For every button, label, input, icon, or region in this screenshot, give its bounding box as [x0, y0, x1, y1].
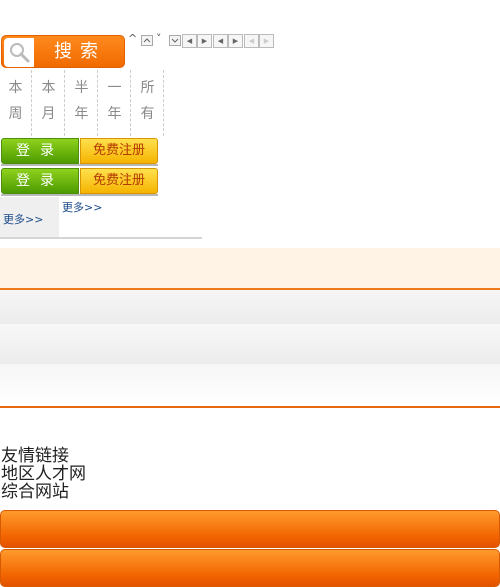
orange-bar[interactable] [0, 549, 500, 587]
period-label: 一 [107, 80, 122, 96]
divider [0, 237, 202, 239]
more-link[interactable]: 更多>> [3, 211, 43, 227]
content-band [0, 324, 500, 364]
next-page-button[interactable]: ◀ [213, 34, 228, 48]
more-link[interactable]: 更多>> [62, 199, 102, 215]
period-label: 所 [140, 80, 155, 96]
period-label: 月 [41, 106, 56, 122]
divider [1, 164, 158, 166]
login-button[interactable]: 登录 [1, 168, 79, 194]
period-label: 周 [8, 106, 23, 122]
period-label: 年 [74, 106, 89, 122]
register-button[interactable]: 免费注册 [80, 138, 158, 164]
disabled-prev-button: ◀ [244, 34, 259, 48]
period-tab-all[interactable]: 所 有 [132, 70, 164, 136]
period-label: 半 [74, 80, 89, 96]
content-band [0, 248, 500, 290]
last-page-button[interactable]: ▶ [228, 34, 243, 48]
sort-up-button[interactable] [141, 35, 153, 46]
period-label: 年 [107, 106, 122, 122]
magnifier-icon [4, 38, 34, 67]
register-button[interactable]: 免费注册 [80, 168, 158, 194]
sort-down-glyph[interactable]: ˅ [156, 33, 162, 45]
period-label: 有 [140, 106, 155, 122]
period-label: 本 [8, 80, 23, 96]
content-band [0, 364, 500, 408]
period-tab-month[interactable]: 本 月 [33, 70, 65, 136]
orange-bar[interactable] [0, 510, 500, 548]
search-button[interactable]: 搜索 [1, 35, 125, 68]
login-button[interactable]: 登录 [1, 138, 79, 164]
period-tab-year[interactable]: 一 年 [99, 70, 131, 136]
general-sites-link[interactable]: 综合网站 [1, 483, 69, 501]
content-band [0, 290, 500, 324]
period-tab-week[interactable]: 本 周 [0, 70, 32, 136]
disabled-next-button: ▶ [259, 34, 274, 48]
period-tab-half-year[interactable]: 半 年 [66, 70, 98, 136]
sort-up-glyph[interactable]: ^ [128, 33, 137, 45]
search-label: 搜索 [54, 41, 106, 62]
regional-talent-link[interactable]: 地区人才网 [1, 465, 86, 483]
period-label: 本 [41, 80, 56, 96]
first-page-button[interactable]: ◀ [182, 34, 197, 48]
prev-page-button[interactable]: ▶ [197, 34, 212, 48]
divider [1, 194, 158, 196]
friend-links-heading: 友情链接 [1, 446, 69, 466]
sort-down-button[interactable] [169, 35, 181, 46]
